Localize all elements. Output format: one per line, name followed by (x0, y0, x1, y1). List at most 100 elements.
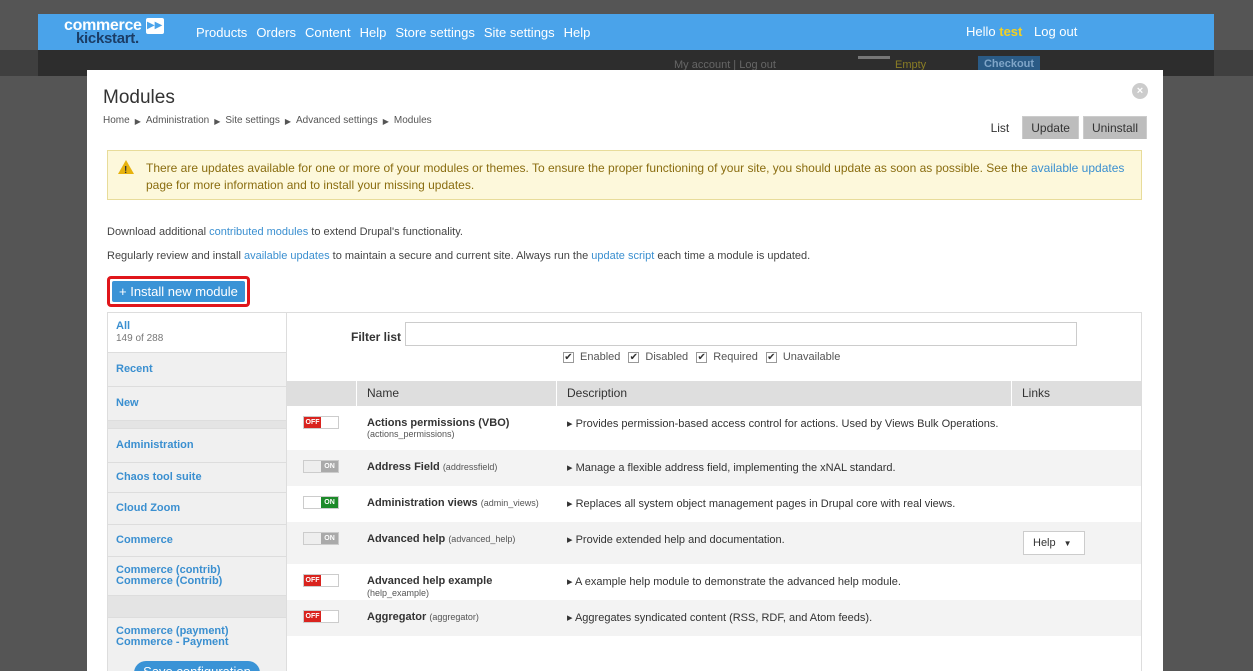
nav-orders[interactable]: Orders (256, 25, 296, 40)
available-updates-link-2[interactable]: available updates (244, 250, 330, 262)
module-toggle: ON (303, 460, 339, 473)
user-menu: Hello test Log out (966, 24, 1077, 39)
commerce-kickstart-logo[interactable]: commerce kickstart. ▶▶ (64, 18, 182, 46)
module-name-cell: Advanced help (advanced_help) (357, 522, 557, 545)
table-header: Name Description Links (287, 381, 1141, 406)
sidebar-item-administration[interactable]: Administration (108, 429, 286, 463)
unavailable-checkbox[interactable]: ✔ (765, 351, 777, 363)
sidebar-divider-2 (108, 596, 286, 618)
help2-before: Regularly review and install (107, 250, 244, 262)
breadcrumb-separator-icon: ▶ (214, 117, 221, 126)
disabled-checkbox[interactable]: ✔ (628, 351, 640, 363)
breadcrumb-separator-icon: ▶ (284, 117, 291, 126)
module-name-cell: Aggregator (aggregator) (357, 600, 557, 623)
warning-icon (118, 160, 134, 179)
toggle-label: OFF (304, 575, 321, 586)
logout-link[interactable]: Log out (1034, 24, 1077, 39)
module-machine-name: (aggregator) (429, 612, 479, 622)
module-machine-name: (addressfield) (442, 462, 498, 472)
toggle-cell: ON (287, 450, 357, 473)
sidebar-all-label: All (116, 320, 131, 332)
toggle-knob (321, 417, 338, 428)
warning-text-before: There are updates available for one or m… (146, 161, 1031, 175)
toggle-knob (321, 611, 338, 622)
module-description[interactable]: ▸ Provides permission-based access contr… (557, 406, 1012, 430)
module-description[interactable]: ▸ Replaces all system object management … (557, 486, 1012, 510)
tab-uninstall[interactable]: Uninstall (1082, 116, 1147, 139)
fast-forward-icon: ▶▶ (145, 18, 164, 34)
table-row: ON Advanced help (advanced_help) ▸ Provi… (287, 522, 1141, 564)
sidebar-item-recent[interactable]: Recent (108, 353, 286, 387)
module-description[interactable]: ▸ Provide extended help and documentatio… (557, 522, 1012, 546)
breadcrumb-advanced-settings[interactable]: Advanced settings (296, 115, 378, 128)
sidebar-all-count: 149 of 288 (116, 333, 164, 344)
available-updates-link[interactable]: available updates (1031, 161, 1124, 175)
sidebar-item-commerce[interactable]: Commerce (108, 525, 286, 557)
toggle-label: ON (321, 533, 338, 544)
module-description[interactable]: ▸ A example help module to demonstrate t… (557, 564, 1012, 588)
toggle-cell: OFF (287, 564, 357, 587)
update-script-link[interactable]: update script (591, 250, 654, 262)
module-links (1012, 600, 1140, 608)
nav-help[interactable]: Help (360, 25, 387, 40)
close-icon[interactable]: × (1132, 83, 1148, 99)
module-name: Aggregator (367, 611, 427, 623)
greeting: Hello (966, 24, 996, 39)
header-name: Name (357, 381, 557, 406)
nav-help-2[interactable]: Help (564, 25, 591, 40)
help-dropdown-button[interactable]: Help ▼ (1023, 531, 1085, 555)
enabled-label: Enabled (580, 351, 621, 363)
cart-icon (858, 56, 890, 66)
module-name-cell: Address Field (addressfield) (357, 450, 557, 473)
sidebar-item-commerce-payment[interactable]: Commerce (payment) Commerce - Payment (108, 618, 286, 656)
install-new-module-button[interactable]: + Install new module (112, 281, 245, 302)
module-toggle[interactable]: OFF (303, 610, 339, 623)
breadcrumb-home[interactable]: Home (103, 115, 130, 128)
nav-site-settings[interactable]: Site settings (484, 25, 555, 40)
module-name: Administration views (367, 497, 478, 509)
toggle-cell: OFF (287, 406, 357, 429)
tab-update[interactable]: Update (1022, 116, 1079, 139)
toggle-label: ON (321, 497, 338, 508)
module-machine-name: (admin_views) (480, 498, 539, 508)
module-toggle[interactable]: OFF (303, 416, 339, 429)
module-description[interactable]: ▸ Manage a flexible address field, imple… (557, 450, 1012, 474)
toggle-label: OFF (304, 417, 321, 428)
save-configuration-button[interactable]: Save configuration (134, 661, 260, 671)
tab-list[interactable]: List (981, 116, 1019, 139)
required-checkbox[interactable]: ✔ (696, 351, 708, 363)
status-filters: ✔ Enabled ✔ Disabled ✔ Required ✔ Unavai… (555, 351, 840, 363)
help-label: Help (1033, 537, 1056, 549)
filter-input[interactable] (405, 322, 1077, 346)
category-sidebar: All 149 of 288 Recent New Administration… (107, 312, 287, 671)
sidebar-item-all[interactable]: All 149 of 288 (108, 313, 286, 353)
module-toggle[interactable]: OFF (303, 574, 339, 587)
toggle-knob (304, 497, 321, 508)
nav-store-settings[interactable]: Store settings (395, 25, 475, 40)
module-name: Advanced help example (367, 575, 493, 587)
modules-overlay: × Modules Home ▶ Administration ▶ Site s… (87, 70, 1163, 671)
module-name: Advanced help (367, 533, 446, 545)
sidebar-item-new[interactable]: New (108, 387, 286, 421)
sidebar-item-cloud-zoom[interactable]: Cloud Zoom (108, 493, 286, 525)
table-row: OFF Actions permissions (VBO) (actions_p… (287, 406, 1141, 450)
module-links (1012, 450, 1140, 458)
sidebar-item-commerce-contrib[interactable]: Commerce (contrib) Commerce (Contrib) (108, 557, 286, 596)
toggle-cell: OFF (287, 600, 357, 623)
warning-text-after: page for more information and to install… (146, 178, 475, 192)
enabled-checkbox[interactable]: ✔ (563, 351, 574, 363)
module-description[interactable]: ▸ Aggregates syndicated content (RSS, RD… (557, 600, 1012, 624)
nav-products[interactable]: Products (196, 25, 247, 40)
breadcrumb-site-settings[interactable]: Site settings (225, 115, 279, 128)
install-highlight: + Install new module (107, 276, 250, 307)
module-toggle: ON (303, 532, 339, 545)
sidebar-item-chaos-tool-suite[interactable]: Chaos tool suite (108, 463, 286, 493)
contributed-modules-link[interactable]: contributed modules (209, 226, 308, 238)
nav-content[interactable]: Content (305, 25, 351, 40)
username[interactable]: test (999, 24, 1022, 39)
module-toggle[interactable]: ON (303, 496, 339, 509)
module-name: Address Field (367, 461, 440, 473)
breadcrumb-administration[interactable]: Administration (146, 115, 209, 128)
toggle-knob (304, 533, 321, 544)
breadcrumb-separator-icon: ▶ (382, 117, 389, 126)
